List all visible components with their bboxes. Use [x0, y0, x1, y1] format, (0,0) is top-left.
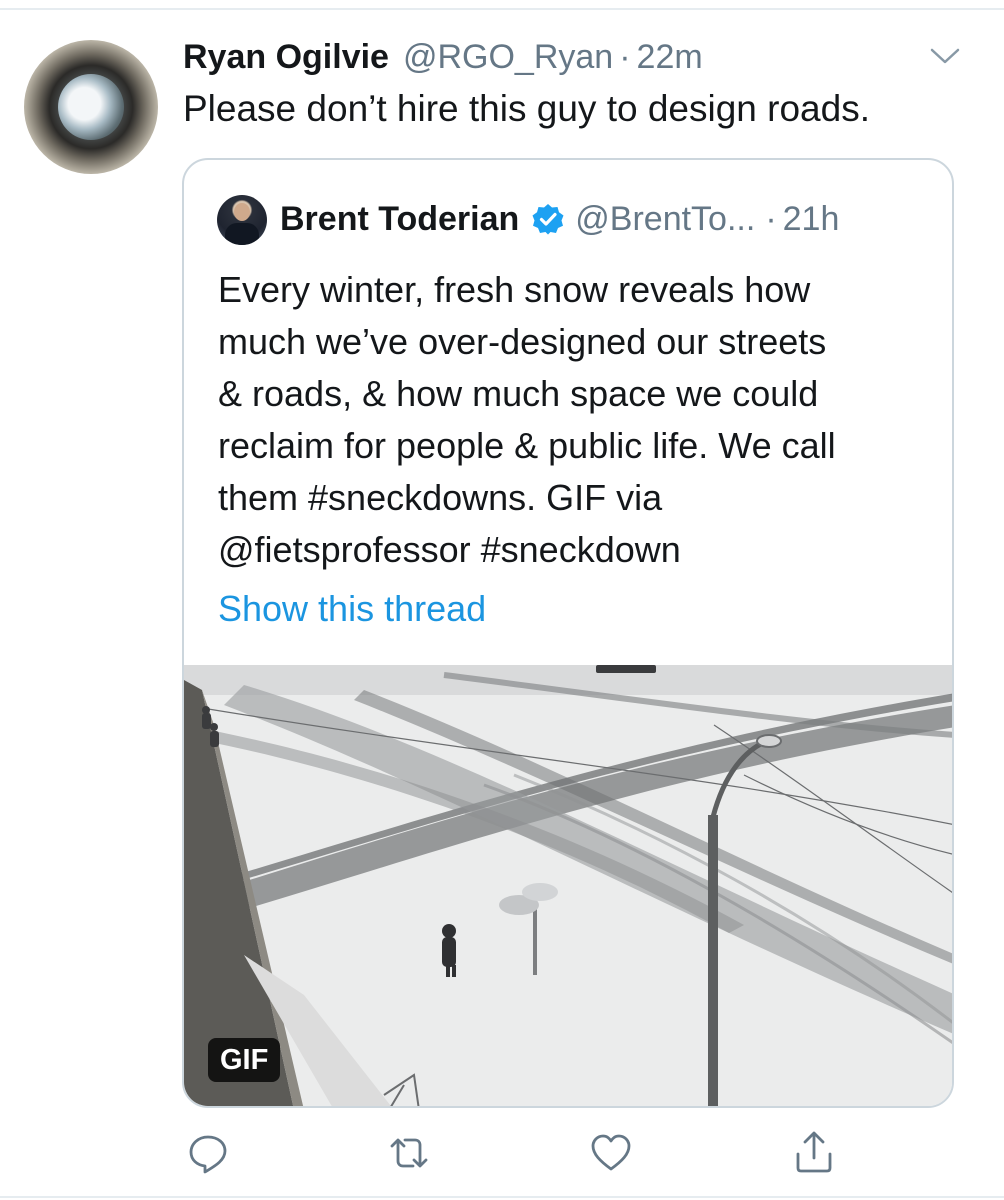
quoted-tweet-card[interactable]: Brent Toderian @BrentTo... · 21h Every w… — [182, 158, 954, 1108]
quoted-tweet-timestamp[interactable]: 21h — [783, 200, 840, 239]
verified-badge-icon — [532, 204, 564, 235]
tweet-timestamp[interactable]: 22m — [637, 38, 703, 77]
tweet-header: Ryan Ogilvie @RGO_Ryan · 22m — [183, 38, 703, 82]
tweet-actions — [0, 1128, 1004, 1178]
quoted-text-line: much we’ve over-designed our streets — [218, 321, 827, 362]
avatar[interactable] — [24, 40, 158, 174]
quoted-text-line: @fietsprofessor #sneckdown — [218, 529, 681, 570]
tweet-text: Please don’t hire this guy to design roa… — [183, 88, 870, 129]
chevron-down-icon[interactable] — [928, 44, 962, 68]
quoted-text-line: Every winter, fresh snow reveals how — [218, 269, 811, 310]
snowy-intersection-image — [184, 665, 952, 1106]
quoted-tweet-header: Brent Toderian @BrentTo... · 21h — [280, 196, 839, 242]
quoted-author-handle[interactable]: @BrentTo... — [575, 200, 755, 239]
author-name[interactable]: Ryan Ogilvie — [183, 38, 389, 77]
separator-dot: · — [619, 38, 631, 76]
quoted-tweet-text: Every winter, fresh snow reveals how muc… — [218, 264, 938, 576]
author-handle[interactable]: @RGO_Ryan — [403, 38, 613, 77]
quoted-text-line: reclaim for people & public life. We cal… — [218, 425, 836, 466]
reply-icon[interactable] — [183, 1128, 233, 1178]
top-divider — [0, 8, 1004, 10]
quoted-text-line: them #sneckdowns. GIF via — [218, 477, 663, 518]
share-icon[interactable] — [789, 1128, 839, 1178]
avatar-image — [58, 74, 124, 140]
quoted-author-name[interactable]: Brent Toderian — [280, 200, 519, 239]
quoted-avatar[interactable] — [217, 195, 267, 245]
quoted-text-line: & roads, & how much space we could — [218, 373, 819, 414]
like-icon[interactable] — [586, 1128, 636, 1178]
gif-media[interactable]: GIF — [184, 665, 952, 1106]
show-thread-link[interactable]: Show this thread — [218, 588, 486, 630]
retweet-icon[interactable] — [384, 1128, 434, 1178]
separator-dot: · — [765, 199, 777, 238]
bottom-divider — [0, 1196, 1004, 1198]
gif-badge: GIF — [208, 1038, 281, 1082]
